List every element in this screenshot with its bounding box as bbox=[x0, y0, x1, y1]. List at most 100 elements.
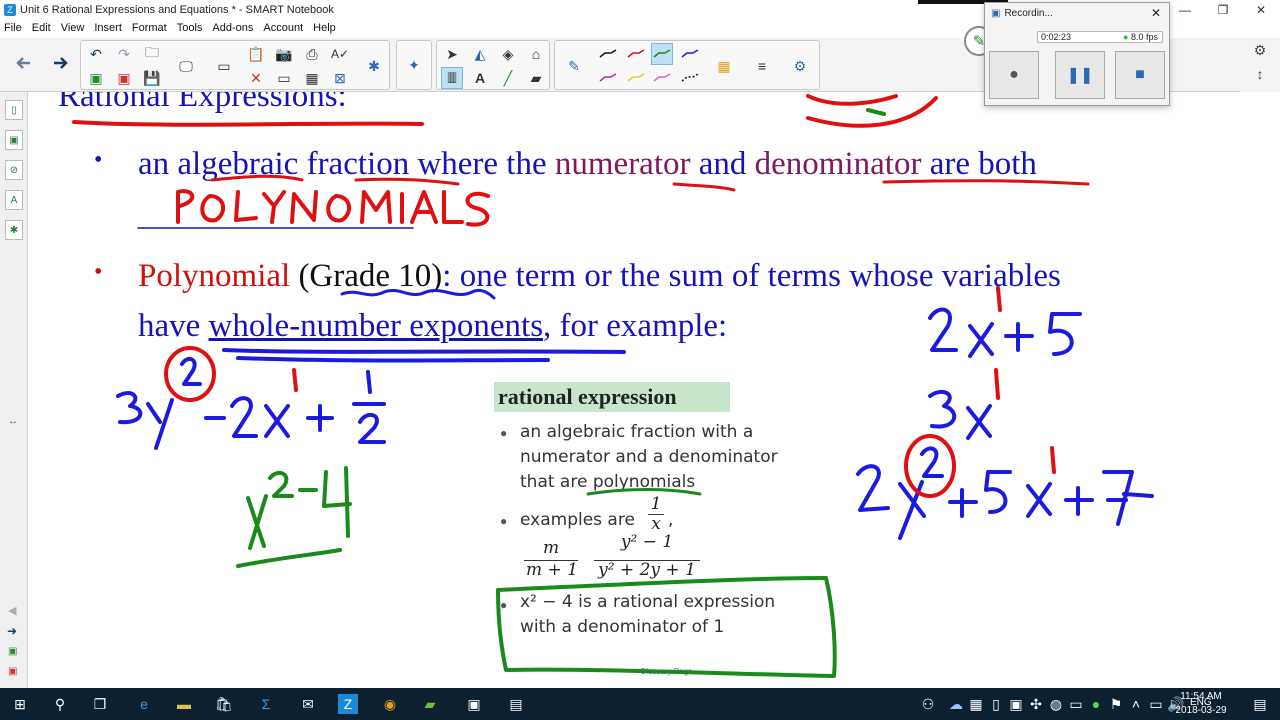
tray-icon-4[interactable]: ✣ bbox=[1026, 694, 1046, 714]
select-tool[interactable]: ➤ bbox=[441, 43, 463, 65]
tray-icon-1[interactable]: ▦ bbox=[966, 694, 986, 714]
pen-style-magenta[interactable] bbox=[597, 67, 619, 89]
tray-icon-3[interactable]: ▣ bbox=[1006, 694, 1026, 714]
eraser-tool[interactable]: ▰ bbox=[525, 67, 547, 89]
network-icon[interactable]: ▭ bbox=[1146, 694, 1166, 714]
menu-edit[interactable]: Edit bbox=[32, 22, 51, 34]
explorer-taskbar[interactable]: ▬ bbox=[174, 694, 194, 714]
undo-button[interactable]: ↶ bbox=[85, 43, 107, 65]
smart-notebook-taskbar[interactable]: Z bbox=[338, 694, 358, 714]
previous-page-button[interactable] bbox=[12, 52, 34, 74]
open-file-button[interactable]: 🗀 bbox=[141, 43, 163, 65]
task-view-button[interactable]: ❐ bbox=[90, 694, 110, 714]
capture-button[interactable]: 📷 bbox=[273, 43, 295, 65]
pen-style-green[interactable] bbox=[651, 43, 673, 65]
sway-taskbar[interactable]: Σ bbox=[256, 694, 276, 714]
recorder-title: Recordin... bbox=[1004, 7, 1053, 19]
spell-check-button[interactable]: A✓ bbox=[329, 43, 351, 65]
pen-tool[interactable]: ✎ bbox=[563, 55, 585, 77]
record-button[interactable]: ● bbox=[989, 51, 1039, 99]
action-center-icon[interactable]: ▤ bbox=[1250, 694, 1270, 714]
activity-group: ✦ bbox=[396, 40, 432, 90]
camera-taskbar[interactable]: ▣ bbox=[464, 694, 484, 714]
fill-tool[interactable]: ◈ bbox=[497, 43, 519, 65]
people-icon[interactable]: ⚇ bbox=[918, 694, 938, 714]
next-page-button[interactable] bbox=[50, 52, 72, 74]
save-button[interactable]: 💾 bbox=[141, 67, 163, 89]
app-taskbar[interactable]: ▰ bbox=[420, 694, 440, 714]
line-tool[interactable]: ╱ bbox=[497, 67, 519, 89]
edge-taskbar[interactable]: e bbox=[134, 694, 154, 714]
table-button[interactable]: ▦ bbox=[301, 67, 323, 89]
menu-insert[interactable]: Insert bbox=[94, 22, 122, 34]
forward-arrow-icon[interactable]: ➜ bbox=[7, 624, 17, 638]
mail-taskbar[interactable]: ✉ bbox=[298, 694, 318, 714]
menu-addons[interactable]: Add-ons bbox=[212, 22, 253, 34]
tray-icon-6[interactable]: ▭ bbox=[1066, 694, 1086, 714]
addons-tab[interactable]: ✱ bbox=[5, 220, 23, 240]
full-screen-button[interactable]: ▭ bbox=[213, 55, 235, 77]
pen-style-blue[interactable] bbox=[679, 43, 701, 65]
delete-button[interactable]: ✕ bbox=[245, 67, 267, 89]
display-screen-button[interactable]: ▭ bbox=[273, 67, 295, 89]
pen-style-red[interactable] bbox=[625, 43, 647, 65]
screen-shade-button[interactable]: 🖵 bbox=[175, 55, 197, 77]
properties-tab[interactable]: A bbox=[5, 190, 23, 210]
color-palette-button[interactable]: ▦ bbox=[713, 55, 735, 77]
delete-page-button[interactable]: ▣ bbox=[113, 67, 135, 89]
tray-icon-2[interactable]: ▯ bbox=[986, 694, 1006, 714]
whiteboard-canvas[interactable]: Rational Expressions: • an algebraic fra… bbox=[28, 92, 1280, 688]
tray-icon-5[interactable]: ◍ bbox=[1046, 694, 1066, 714]
menu-view[interactable]: View bbox=[61, 22, 85, 34]
measure-tool[interactable]: 🀫 bbox=[441, 67, 463, 89]
paste-button[interactable]: 📋 bbox=[245, 43, 267, 65]
doc-camera-icon: ⎙ bbox=[306, 45, 318, 62]
onedrive-icon[interactable]: ☁ bbox=[946, 694, 966, 714]
settings-button[interactable]: ⚙ bbox=[1250, 42, 1270, 62]
page-sorter-tab[interactable]: ▯ bbox=[5, 100, 23, 120]
menu-file[interactable]: File bbox=[4, 22, 22, 34]
search-button[interactable]: ⚲ bbox=[50, 694, 70, 714]
pen-style-yellow[interactable] bbox=[625, 67, 647, 89]
tray-icon-7[interactable]: ● bbox=[1086, 694, 1106, 714]
start-button[interactable]: ⊞ bbox=[10, 694, 30, 714]
ink-r3-5 bbox=[984, 470, 1012, 514]
tray-icon-8[interactable]: ⚑ bbox=[1106, 694, 1126, 714]
menu-format[interactable]: Format bbox=[132, 22, 167, 34]
minimize-button[interactable]: — bbox=[1166, 0, 1204, 20]
delete-page-side-icon[interactable]: ▣ bbox=[8, 666, 17, 677]
menu-tools[interactable]: Tools bbox=[177, 22, 203, 34]
maximize-button[interactable]: ❐ bbox=[1204, 0, 1242, 20]
move-toolbar-button[interactable]: ↕ bbox=[1250, 66, 1270, 86]
pen-style-dashed[interactable] bbox=[679, 67, 701, 89]
resize-handle[interactable]: ↔ bbox=[8, 416, 18, 427]
line-style-button[interactable]: ≡ bbox=[751, 55, 773, 77]
menu-help[interactable]: Help bbox=[313, 22, 336, 34]
back-arrow-icon[interactable]: ◀ bbox=[8, 604, 16, 617]
clear-ink-button[interactable]: ⊠ bbox=[329, 67, 351, 89]
pen-style-black[interactable] bbox=[597, 43, 619, 65]
properties-button[interactable]: ⚙ bbox=[789, 55, 811, 77]
gallery-tab[interactable]: ▣ bbox=[5, 130, 23, 150]
show-hidden-icons[interactable]: ˄ bbox=[1126, 694, 1146, 714]
chrome-taskbar[interactable]: ◉ bbox=[380, 694, 400, 714]
text-tool[interactable]: A bbox=[469, 67, 491, 89]
pause-button[interactable]: ❚❚ bbox=[1055, 51, 1105, 99]
menu-account[interactable]: Account bbox=[263, 22, 303, 34]
addons-button[interactable]: ✱ bbox=[363, 55, 385, 77]
stop-button[interactable]: ■ bbox=[1115, 51, 1165, 99]
document-camera-button[interactable]: ⎙ bbox=[301, 43, 323, 65]
redo-button[interactable]: ↷ bbox=[113, 43, 135, 65]
shapes-tool[interactable]: ◭ bbox=[469, 43, 491, 65]
lesson-activity-button[interactable]: ✦ bbox=[403, 54, 425, 76]
eraser-pen-tool[interactable]: ⌂ bbox=[525, 43, 547, 65]
recorder-taskbar[interactable]: ▤ bbox=[506, 694, 526, 714]
store-taskbar[interactable]: 🛍 bbox=[214, 694, 234, 714]
taskbar-clock[interactable]: 11:54 AM 2018-03-29 bbox=[1166, 690, 1236, 718]
add-page-button[interactable]: ▣ bbox=[85, 67, 107, 89]
attachments-tab[interactable]: ⊘ bbox=[5, 160, 23, 180]
add-page-side-icon[interactable]: ▣ bbox=[8, 646, 17, 657]
pen-style-pink[interactable] bbox=[651, 67, 673, 89]
close-button[interactable]: ✕ bbox=[1242, 0, 1280, 20]
recorder-close-button[interactable]: ✕ bbox=[1151, 6, 1161, 20]
